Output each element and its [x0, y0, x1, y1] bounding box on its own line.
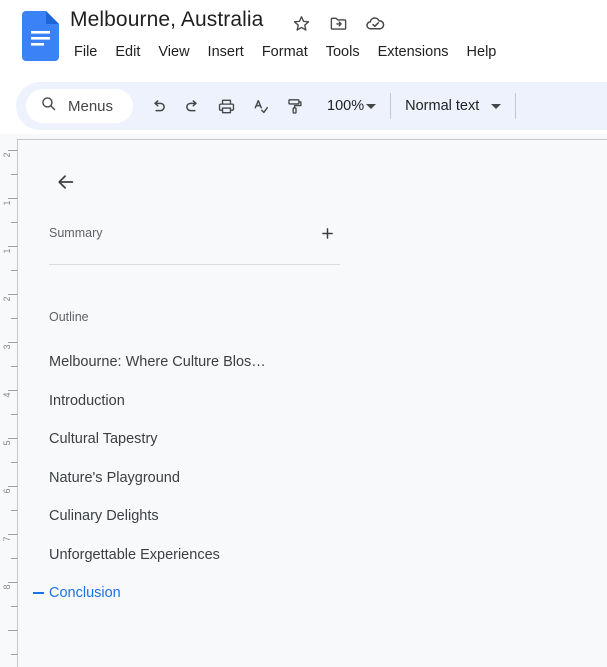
menu-item-insert[interactable]: Insert [199, 42, 253, 62]
summary-divider [49, 264, 340, 265]
title-actions [291, 13, 386, 34]
search-icon [40, 95, 57, 117]
outline-item[interactable]: Melbourne: Where Culture Blos… [18, 343, 607, 382]
outline-item[interactable]: Conclusion [18, 574, 607, 613]
redo-button[interactable] [175, 89, 209, 123]
ruler-number: 7 [2, 536, 12, 542]
undo-button[interactable] [141, 89, 175, 123]
summary-header: Summary [49, 220, 340, 246]
toolbar: Menus 100% Normal text [0, 78, 607, 134]
ruler-number: 1 [2, 200, 12, 206]
outline-item[interactable]: Nature's Playground [18, 459, 607, 498]
menu-item-view[interactable]: View [149, 42, 198, 62]
toolbar-inner: Menus 100% Normal text [16, 82, 607, 130]
text-style-value: Normal text [405, 98, 480, 114]
outline-item-label: Conclusion [49, 585, 121, 602]
zoom-level-dropdown[interactable]: 100% [319, 89, 380, 123]
menu-item-help[interactable]: Help [458, 42, 506, 62]
menu-item-tools[interactable]: Tools [317, 42, 369, 62]
ruler-number: 8 [2, 584, 12, 590]
toolbar-divider [515, 93, 517, 119]
search-input[interactable]: Menus [26, 89, 134, 123]
menu-item-file[interactable]: File [74, 42, 106, 62]
ruler-tick [8, 630, 17, 631]
outline-item[interactable]: Introduction [18, 382, 607, 421]
print-button[interactable] [209, 89, 243, 123]
toolbar-divider [390, 93, 392, 119]
google-docs-icon[interactable] [22, 11, 59, 61]
outline-panel: Summary Outline Melbourne: Where Culture… [17, 139, 607, 667]
text-style-dropdown[interactable]: Normal text [401, 89, 505, 123]
ruler-number: 4 [2, 392, 12, 398]
outline-item[interactable]: Culinary Delights [18, 497, 607, 536]
zoom-level-value: 100% [327, 98, 365, 114]
ruler-number: 2 [2, 152, 12, 158]
spellcheck-button[interactable] [243, 89, 277, 123]
move-to-folder-icon[interactable] [328, 13, 349, 34]
outline-item[interactable]: Unforgettable Experiences [18, 536, 607, 575]
outline-active-marker-icon [33, 592, 44, 595]
menu-item-format[interactable]: Format [253, 42, 317, 62]
workspace: 2 1 1 2 3 4 5 6 7 8 Summary Outline Melbourne: Wh… [0, 134, 607, 667]
outline-item-label: Introduction [49, 392, 125, 409]
outline-item-label: Cultural Tapestry [49, 431, 158, 448]
outline-label: Outline [49, 310, 89, 324]
app-header: Melbourne, Australia File Edit View Inse… [0, 0, 607, 78]
cloud-saved-icon[interactable] [365, 13, 386, 34]
search-input-value: Menus [68, 97, 114, 115]
document-title[interactable]: Melbourne, Australia [70, 8, 263, 32]
star-icon[interactable] [291, 13, 312, 34]
outline-list: Melbourne: Where Culture Blos… Introducti… [18, 343, 607, 613]
outline-item-label: Unforgettable Experiences [49, 546, 220, 563]
outline-item-label: Culinary Delights [49, 508, 159, 525]
ruler-number: 2 [2, 296, 12, 302]
ruler-number: 1 [2, 248, 12, 254]
summary-label: Summary [49, 226, 103, 240]
ruler-number: 6 [2, 488, 12, 494]
menu-item-edit[interactable]: Edit [106, 42, 149, 62]
menu-item-extensions[interactable]: Extensions [369, 42, 458, 62]
menu-bar: File Edit View Insert Format Tools Exten… [74, 42, 505, 62]
outline-item-label: Nature's Playground [49, 469, 180, 486]
vertical-ruler[interactable]: 2 1 1 2 3 4 5 6 7 8 [0, 134, 17, 667]
chevron-down-icon [491, 103, 502, 109]
ruler-number: 5 [2, 440, 12, 446]
plus-icon[interactable] [314, 220, 340, 246]
chevron-down-icon [366, 103, 377, 109]
outline-item[interactable]: Cultural Tapestry [18, 420, 607, 459]
outline-item-label: Melbourne: Where Culture Blos… [49, 354, 266, 371]
paint-format-button[interactable] [277, 89, 311, 123]
ruler-number: 3 [2, 344, 12, 350]
back-button[interactable] [46, 162, 86, 202]
